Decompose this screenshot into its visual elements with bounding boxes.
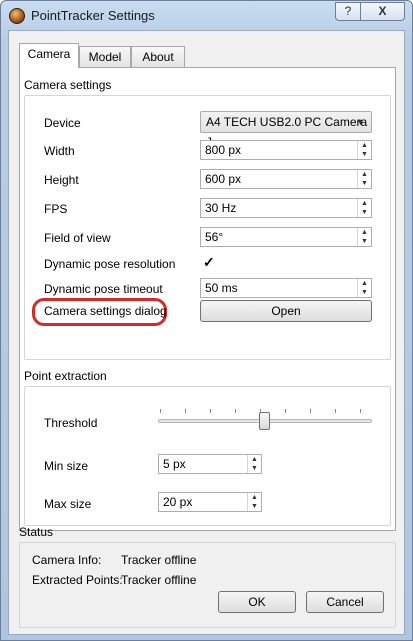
device-label: Device bbox=[44, 116, 81, 130]
spin-down-icon[interactable]: ▼ bbox=[358, 288, 371, 297]
status-group: Camera Info: Tracker offline Extracted P… bbox=[19, 542, 396, 628]
dynamic-pose-timeout-label: Dynamic pose timeout bbox=[44, 282, 163, 296]
slider-tick bbox=[310, 409, 311, 413]
spin-down-icon[interactable]: ▼ bbox=[248, 502, 261, 511]
spin-up-icon[interactable]: ▲ bbox=[358, 199, 371, 208]
point-extraction-title: Point extraction bbox=[24, 369, 107, 383]
extracted-points-value: Tracker offline bbox=[121, 573, 197, 587]
slider-tick bbox=[210, 409, 211, 413]
min-size-value: 5 px bbox=[163, 457, 186, 471]
max-size-spin-buttons[interactable]: ▲ ▼ bbox=[247, 493, 261, 511]
fov-value: 56° bbox=[205, 230, 224, 244]
fps-spin-buttons[interactable]: ▲ ▼ bbox=[357, 199, 371, 217]
dynamic-pose-timeout-value: 50 ms bbox=[205, 281, 238, 295]
spin-up-icon[interactable]: ▲ bbox=[358, 141, 371, 150]
ok-button[interactable]: OK bbox=[218, 591, 296, 613]
slider-tick bbox=[160, 409, 161, 413]
slider-tick bbox=[285, 409, 286, 413]
width-label: Width bbox=[44, 144, 75, 158]
min-size-spinbox[interactable]: 5 px ▲ ▼ bbox=[158, 454, 262, 474]
tab-model[interactable]: Model bbox=[79, 46, 131, 67]
slider-tick bbox=[360, 409, 361, 413]
min-size-label: Min size bbox=[44, 459, 89, 473]
app-icon bbox=[9, 8, 25, 24]
fps-spinbox[interactable]: 30 Hz ▲ ▼ bbox=[200, 198, 372, 218]
point-extraction-group: Threshold Min size 5 px ▲ ▼ Max size 20 … bbox=[24, 386, 391, 526]
fov-label: Field of view bbox=[44, 231, 111, 245]
open-camera-dialog-button[interactable]: Open bbox=[200, 300, 372, 322]
height-value: 600 px bbox=[205, 172, 242, 186]
close-button[interactable]: X bbox=[360, 2, 405, 21]
chevron-down-icon: ▼ bbox=[356, 117, 365, 127]
tab-panel-camera: Camera settings Device A4 TECH USB2.0 PC… bbox=[19, 67, 396, 531]
dynamic-pose-timeout-spinbox[interactable]: 50 ms ▲ ▼ bbox=[200, 278, 372, 298]
spin-up-icon[interactable]: ▲ bbox=[248, 455, 261, 464]
max-size-spinbox[interactable]: 20 px ▲ ▼ bbox=[158, 492, 262, 512]
min-size-spin-buttons[interactable]: ▲ ▼ bbox=[247, 455, 261, 473]
camera-info-label: Camera Info: bbox=[32, 553, 102, 567]
slider-tick bbox=[185, 409, 186, 413]
fps-label: FPS bbox=[44, 202, 68, 216]
width-spin-buttons[interactable]: ▲ ▼ bbox=[357, 141, 371, 159]
dialog-client: Camera Model About Camera settings Devic… bbox=[8, 30, 405, 635]
slider-tick bbox=[235, 409, 236, 413]
window-title: PointTracker Settings bbox=[31, 8, 155, 23]
fps-value: 30 Hz bbox=[205, 201, 237, 215]
spin-down-icon[interactable]: ▼ bbox=[358, 150, 371, 159]
max-size-value: 20 px bbox=[163, 495, 193, 509]
spin-up-icon[interactable]: ▲ bbox=[248, 493, 261, 502]
max-size-label: Max size bbox=[44, 497, 92, 511]
camera-info-value: Tracker offline bbox=[121, 553, 197, 567]
height-spinbox[interactable]: 600 px ▲ ▼ bbox=[200, 169, 372, 189]
spin-down-icon[interactable]: ▼ bbox=[358, 179, 371, 188]
status-title: Status bbox=[19, 525, 54, 539]
slider-tick bbox=[335, 409, 336, 413]
camera-settings-group: Device A4 TECH USB2.0 PC Camera J ▼ Widt… bbox=[24, 95, 391, 360]
slider-handle[interactable] bbox=[259, 412, 270, 430]
spin-down-icon[interactable]: ▼ bbox=[248, 464, 261, 473]
width-value: 800 px bbox=[205, 143, 242, 157]
camera-settings-title: Camera settings bbox=[24, 78, 112, 92]
device-combo[interactable]: A4 TECH USB2.0 PC Camera J ▼ bbox=[200, 111, 372, 149]
width-spinbox[interactable]: 800 px ▲ ▼ bbox=[200, 140, 372, 160]
spin-up-icon[interactable]: ▲ bbox=[358, 228, 371, 237]
height-spin-buttons[interactable]: ▲ ▼ bbox=[357, 170, 371, 188]
spin-up-icon[interactable]: ▲ bbox=[358, 279, 371, 288]
height-label: Height bbox=[44, 173, 79, 187]
tab-camera[interactable]: Camera bbox=[19, 43, 79, 68]
help-button[interactable]: ? bbox=[335, 2, 361, 21]
spin-down-icon[interactable]: ▼ bbox=[358, 237, 371, 246]
extracted-points-label: Extracted Points: bbox=[32, 573, 123, 587]
threshold-label: Threshold bbox=[44, 416, 98, 430]
timeout-spin-buttons[interactable]: ▲ ▼ bbox=[357, 279, 371, 297]
settings-window: PointTracker Settings ? X Camera Model A… bbox=[0, 0, 413, 641]
cancel-button[interactable]: Cancel bbox=[306, 591, 384, 613]
tab-about[interactable]: About bbox=[131, 46, 185, 67]
fov-spin-buttons[interactable]: ▲ ▼ bbox=[357, 228, 371, 246]
spin-up-icon[interactable]: ▲ bbox=[358, 170, 371, 179]
title-bar: PointTracker Settings ? X bbox=[1, 1, 412, 31]
dynamic-pose-resolution-checkbox[interactable]: ✓ bbox=[203, 254, 215, 271]
spin-down-icon[interactable]: ▼ bbox=[358, 208, 371, 217]
dynamic-pose-resolution-label: Dynamic pose resolution bbox=[44, 257, 176, 271]
fov-spinbox[interactable]: 56° ▲ ▼ bbox=[200, 227, 372, 247]
camera-settings-dialog-label: Camera settings dialog bbox=[44, 304, 167, 318]
